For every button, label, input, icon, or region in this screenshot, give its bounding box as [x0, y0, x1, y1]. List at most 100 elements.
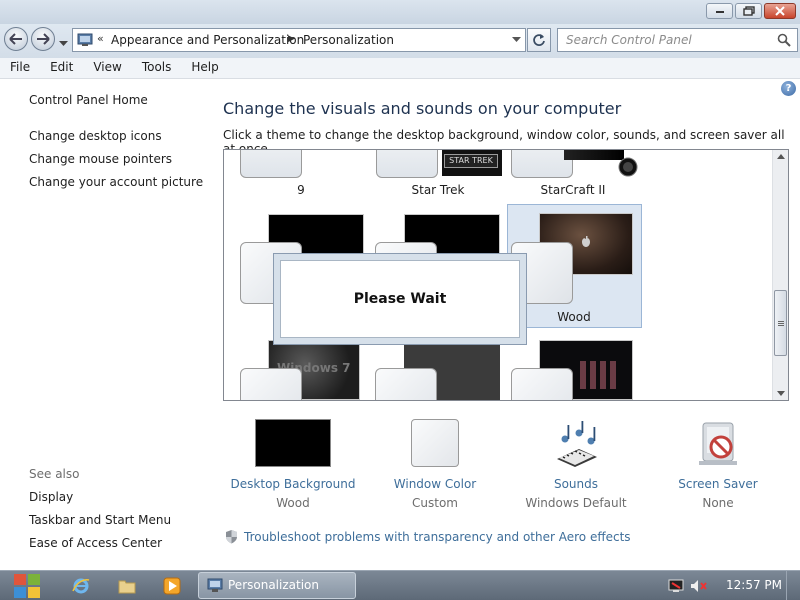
refresh-button[interactable] [527, 28, 551, 52]
recent-pages-button[interactable] [59, 36, 68, 50]
search-icon[interactable] [777, 33, 791, 47]
control-panel-icon [77, 33, 93, 46]
change-mouse-pointers-link[interactable]: Change mouse pointers [29, 152, 172, 166]
scroll-down-icon[interactable] [777, 391, 785, 396]
refresh-icon [533, 34, 545, 46]
close-icon [775, 6, 785, 16]
breadcrumb-separator-icon[interactable]: ▶ [288, 34, 295, 44]
help-icon[interactable]: ? [781, 81, 796, 96]
breadcrumb-appearance[interactable]: Appearance and Personalization [111, 33, 304, 47]
media-player-icon [163, 577, 181, 595]
maximize-button[interactable] [735, 3, 762, 19]
column-decoration [610, 361, 616, 389]
sounds-caption[interactable]: Sounds [506, 477, 646, 491]
column-decoration [580, 361, 586, 389]
volume-icon[interactable] [690, 579, 708, 593]
forward-button[interactable] [31, 27, 55, 51]
shield-icon [226, 530, 237, 544]
back-button[interactable] [4, 27, 28, 51]
theme-star-trek-thumbnail[interactable]: STAR TREK [442, 150, 502, 176]
arrow-left-icon [9, 33, 22, 45]
control-panel-home-link[interactable]: Control Panel Home [29, 93, 148, 107]
please-wait-text: Please Wait [280, 260, 520, 338]
please-wait-dialog: Please Wait [273, 253, 527, 345]
desktop-background-icon[interactable] [255, 419, 331, 467]
desktop-background-caption[interactable]: Desktop Background [223, 477, 363, 491]
taskbar-window-label: Personalization [228, 578, 319, 592]
minimize-button[interactable] [706, 3, 733, 19]
screen-saver-item[interactable]: Screen Saver None [648, 419, 788, 510]
desktop-background-item[interactable]: Desktop Background Wood [223, 419, 363, 510]
theme-dark-columns-swatch[interactable] [511, 368, 573, 400]
title-bar [0, 0, 800, 24]
menu-help[interactable]: Help [181, 58, 228, 78]
ease-of-access-link[interactable]: Ease of Access Center [29, 536, 162, 550]
action-center-icon[interactable] [668, 579, 684, 593]
scrollbar-grip [778, 321, 784, 322]
chevron-down-icon [59, 41, 68, 46]
navigation-bar: « Appearance and Personalization ▶ Perso… [0, 24, 800, 58]
file-explorer-button[interactable] [117, 576, 137, 596]
address-bar[interactable]: « Appearance and Personalization ▶ Perso… [72, 28, 526, 52]
gallery-scrollbar[interactable] [772, 150, 788, 400]
scroll-up-icon[interactable] [777, 154, 785, 159]
display-link[interactable]: Display [29, 490, 73, 504]
control-panel-icon [207, 578, 223, 592]
theme-starcraft-thumbnail[interactable] [564, 150, 624, 160]
menu-bar: File Edit View Tools Help [0, 58, 800, 79]
theme-label-starcraft[interactable]: StarCraft II [513, 183, 633, 197]
folder-icon [118, 580, 136, 594]
star-trek-logo: STAR TREK [444, 154, 498, 168]
theme-label-star-trek[interactable]: Star Trek [378, 183, 498, 197]
breadcrumb-overflow[interactable]: « [97, 32, 104, 45]
media-player-button[interactable] [162, 576, 182, 596]
theme-gray-swatch[interactable] [375, 368, 437, 400]
window-color-item[interactable]: Window Color Custom [365, 419, 505, 510]
close-button[interactable] [764, 3, 796, 19]
content-area: Control Panel Home Change desktop icons … [0, 79, 800, 570]
see-also-title: See also [29, 467, 80, 481]
taskbar-start-menu-link[interactable]: Taskbar and Start Menu [29, 513, 171, 527]
taskbar: Personalization 12:57 PM [0, 570, 800, 600]
sounds-icon[interactable] [551, 419, 601, 469]
sounds-item[interactable]: Sounds Windows Default [506, 419, 646, 510]
window-controls [706, 3, 796, 19]
theme-9-thumbnail[interactable] [240, 150, 302, 178]
screen-saver-value: None [702, 496, 734, 510]
screen-saver-caption[interactable]: Screen Saver [648, 477, 788, 491]
search-box[interactable]: Search Control Panel [557, 28, 798, 52]
troubleshoot-link[interactable]: Troubleshoot problems with transparency … [244, 530, 631, 544]
taskbar-clock[interactable]: 12:57 PM [726, 578, 782, 592]
column-decoration [590, 361, 596, 389]
menu-edit[interactable]: Edit [40, 58, 83, 78]
window-color-icon[interactable] [411, 419, 459, 467]
theme-windows7-swatch[interactable] [240, 368, 302, 400]
search-input[interactable]: Search Control Panel [566, 33, 692, 47]
column-decoration [600, 361, 606, 389]
starcraft-emblem-icon [618, 157, 638, 177]
start-button[interactable] [10, 571, 44, 600]
menu-view[interactable]: View [83, 58, 131, 78]
address-dropdown-icon[interactable] [512, 37, 521, 43]
taskbar-personalization-window[interactable]: Personalization [198, 572, 356, 599]
window-color-caption[interactable]: Window Color [365, 477, 505, 491]
minimize-icon [715, 11, 724, 13]
internet-explorer-icon [72, 578, 90, 594]
internet-explorer-button[interactable] [71, 576, 91, 596]
screen-saver-icon[interactable] [693, 419, 743, 469]
page-title: Change the visuals and sounds on your co… [223, 99, 622, 118]
theme-label-wood[interactable]: Wood [514, 310, 634, 324]
menu-file[interactable]: File [0, 58, 40, 78]
restore-icon [742, 6, 755, 16]
change-account-picture-link[interactable]: Change your account picture [29, 175, 203, 189]
change-desktop-icons-link[interactable]: Change desktop icons [29, 129, 162, 143]
show-desktop-button[interactable] [786, 571, 800, 600]
theme-label-9[interactable]: 9 [241, 183, 361, 197]
breadcrumb-personalization[interactable]: Personalization [303, 33, 394, 47]
window-color-value: Custom [412, 496, 458, 510]
theme-star-trek-swatch[interactable] [376, 150, 438, 178]
menu-tools[interactable]: Tools [132, 58, 182, 78]
scrollbar-thumb[interactable] [774, 290, 787, 356]
apple-logo-icon [582, 236, 590, 247]
sounds-value: Windows Default [525, 496, 627, 510]
